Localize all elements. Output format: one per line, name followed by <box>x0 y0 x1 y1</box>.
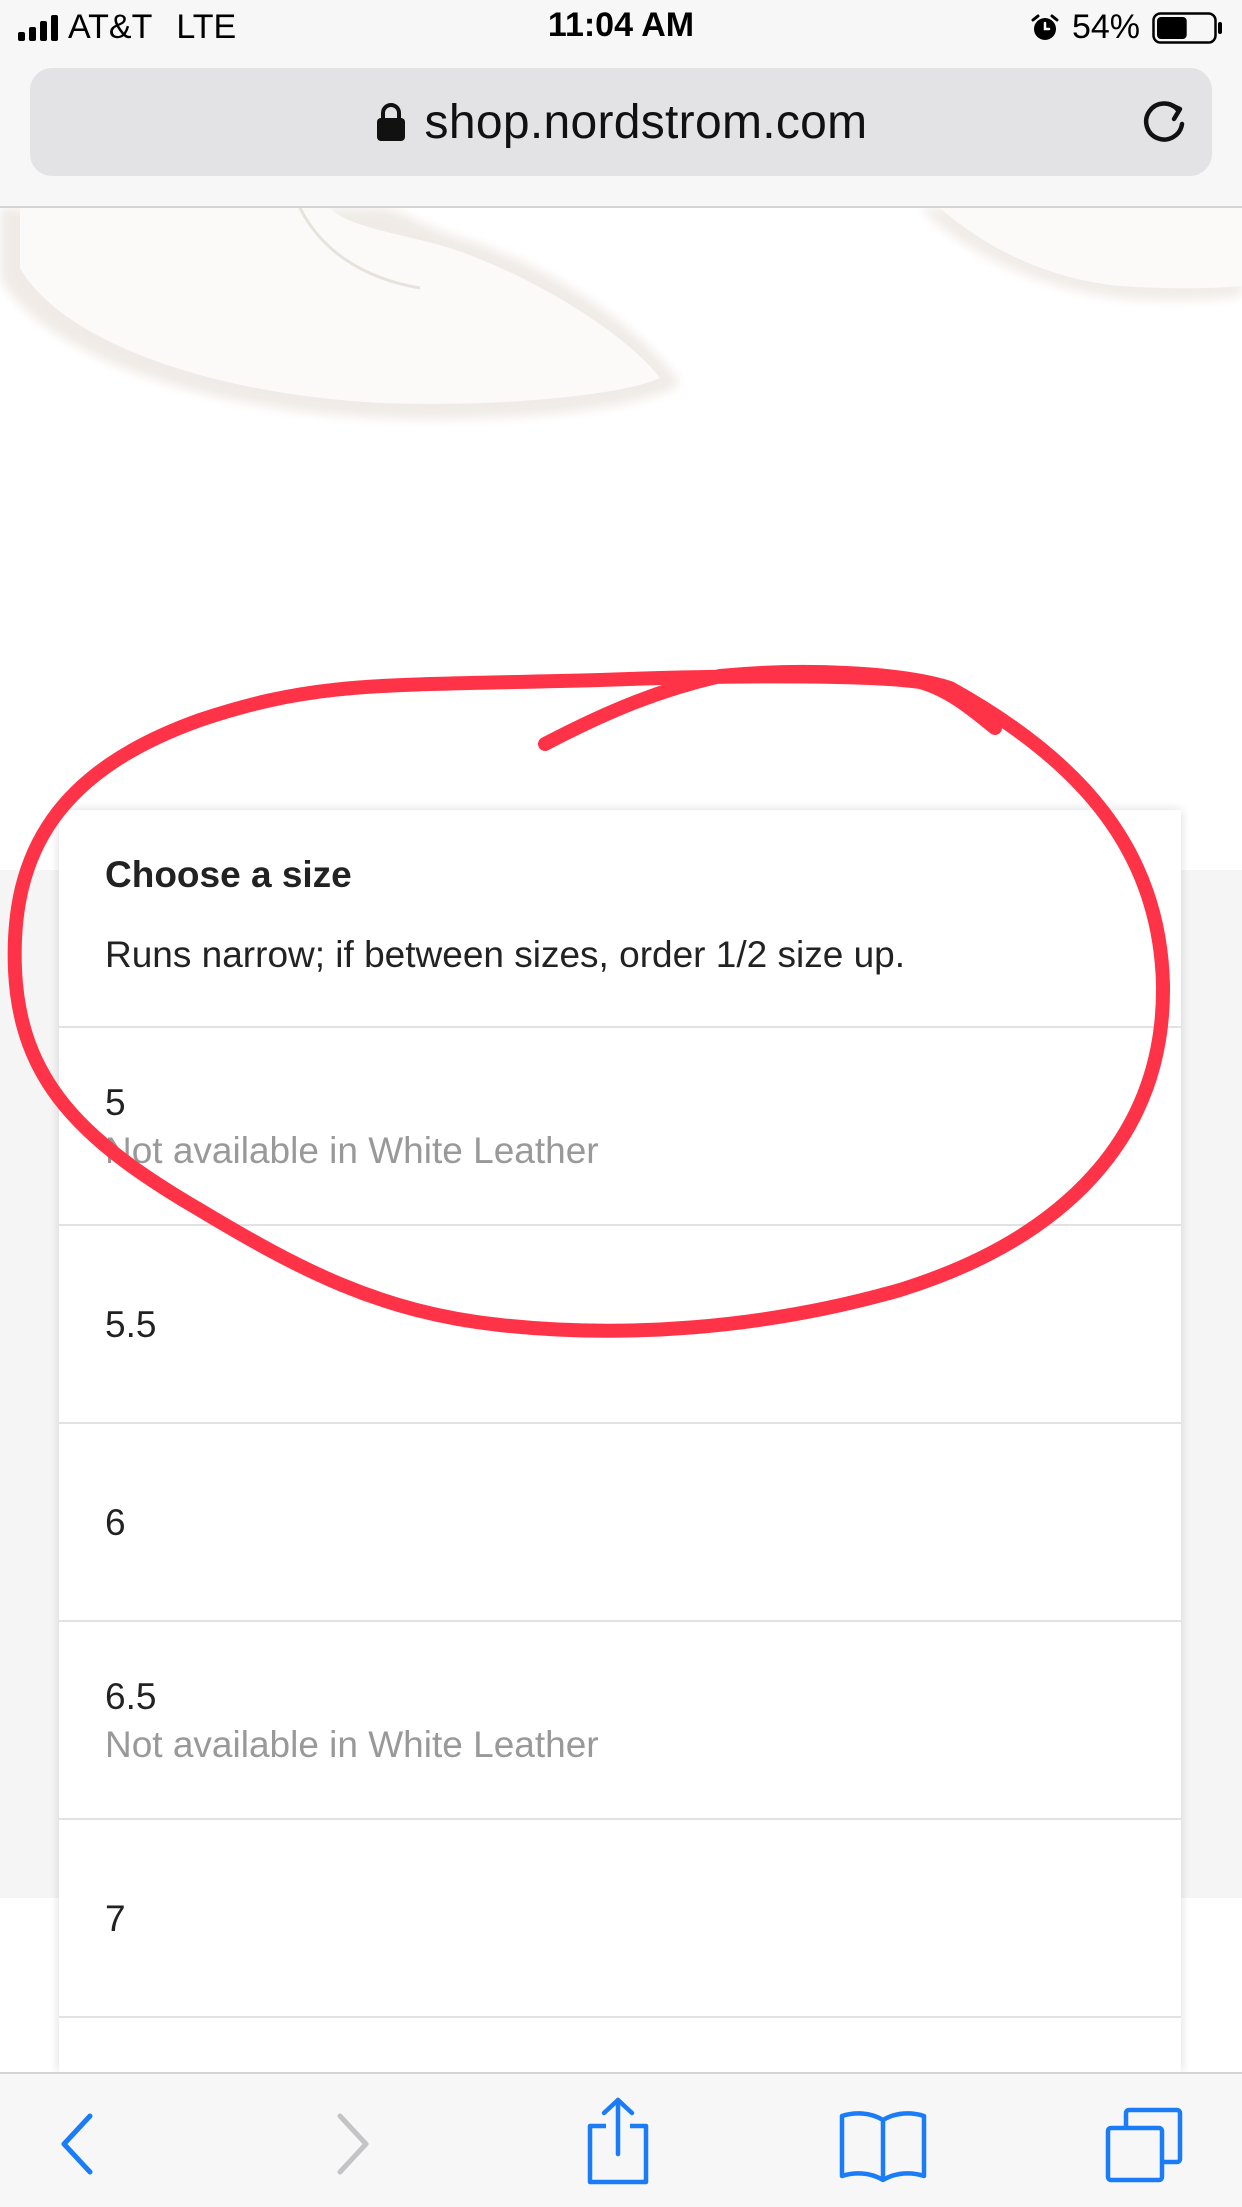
bookmarks-icon[interactable] <box>838 2104 928 2184</box>
lock-icon <box>376 103 405 141</box>
share-icon[interactable] <box>578 2096 658 2186</box>
browser-chrome: AT&T LTE 11:04 AM 54% shop.nordstrom.com <box>0 0 1242 208</box>
address-bar[interactable]: shop.nordstrom.com <box>30 68 1212 176</box>
address-bar-content: shop.nordstrom.com <box>30 68 1212 176</box>
url-text[interactable]: shop.nordstrom.com <box>425 95 868 150</box>
size-label: 6 <box>105 1502 126 1543</box>
size-fit-note: Runs narrow; if between sizes, order 1/2… <box>105 934 905 975</box>
size-label: 5 <box>105 1082 126 1123</box>
browser-toolbar <box>0 2072 1242 2207</box>
size-label: 7 <box>105 1898 126 1939</box>
size-picker-panel: Choose a size Runs narrow; if between si… <box>59 810 1181 2072</box>
battery-percent: 54% <box>1071 8 1140 46</box>
size-availability: Not available in White Leather <box>105 1724 599 1765</box>
size-option-5[interactable]: 5 Not available in White Leather <box>59 1028 1181 1226</box>
product-image <box>0 208 1242 419</box>
alarm-icon <box>1031 14 1059 40</box>
back-icon[interactable] <box>38 2104 118 2184</box>
tabs-icon[interactable] <box>1100 2104 1186 2184</box>
reload-icon[interactable] <box>1138 96 1190 148</box>
size-option-5-5[interactable]: 5.5 <box>59 1226 1181 1424</box>
size-label: 5.5 <box>105 1304 157 1345</box>
size-picker-header: Choose a size Runs narrow; if between si… <box>59 810 1181 1028</box>
size-option-6[interactable]: 6 <box>59 1424 1181 1622</box>
status-bar: AT&T LTE 11:04 AM 54% <box>0 0 1242 56</box>
size-label: 6.5 <box>105 1676 157 1717</box>
size-option-6-5[interactable]: 6.5 Not available in White Leather <box>59 1622 1181 1820</box>
size-picker-title: Choose a size <box>105 854 352 895</box>
size-availability: Not available in White Leather <box>105 1130 599 1171</box>
battery-icon <box>1152 11 1222 44</box>
status-right: 54% <box>1030 8 1224 47</box>
size-option-7[interactable]: 7 <box>59 1820 1181 2018</box>
forward-icon[interactable] <box>312 2104 392 2184</box>
